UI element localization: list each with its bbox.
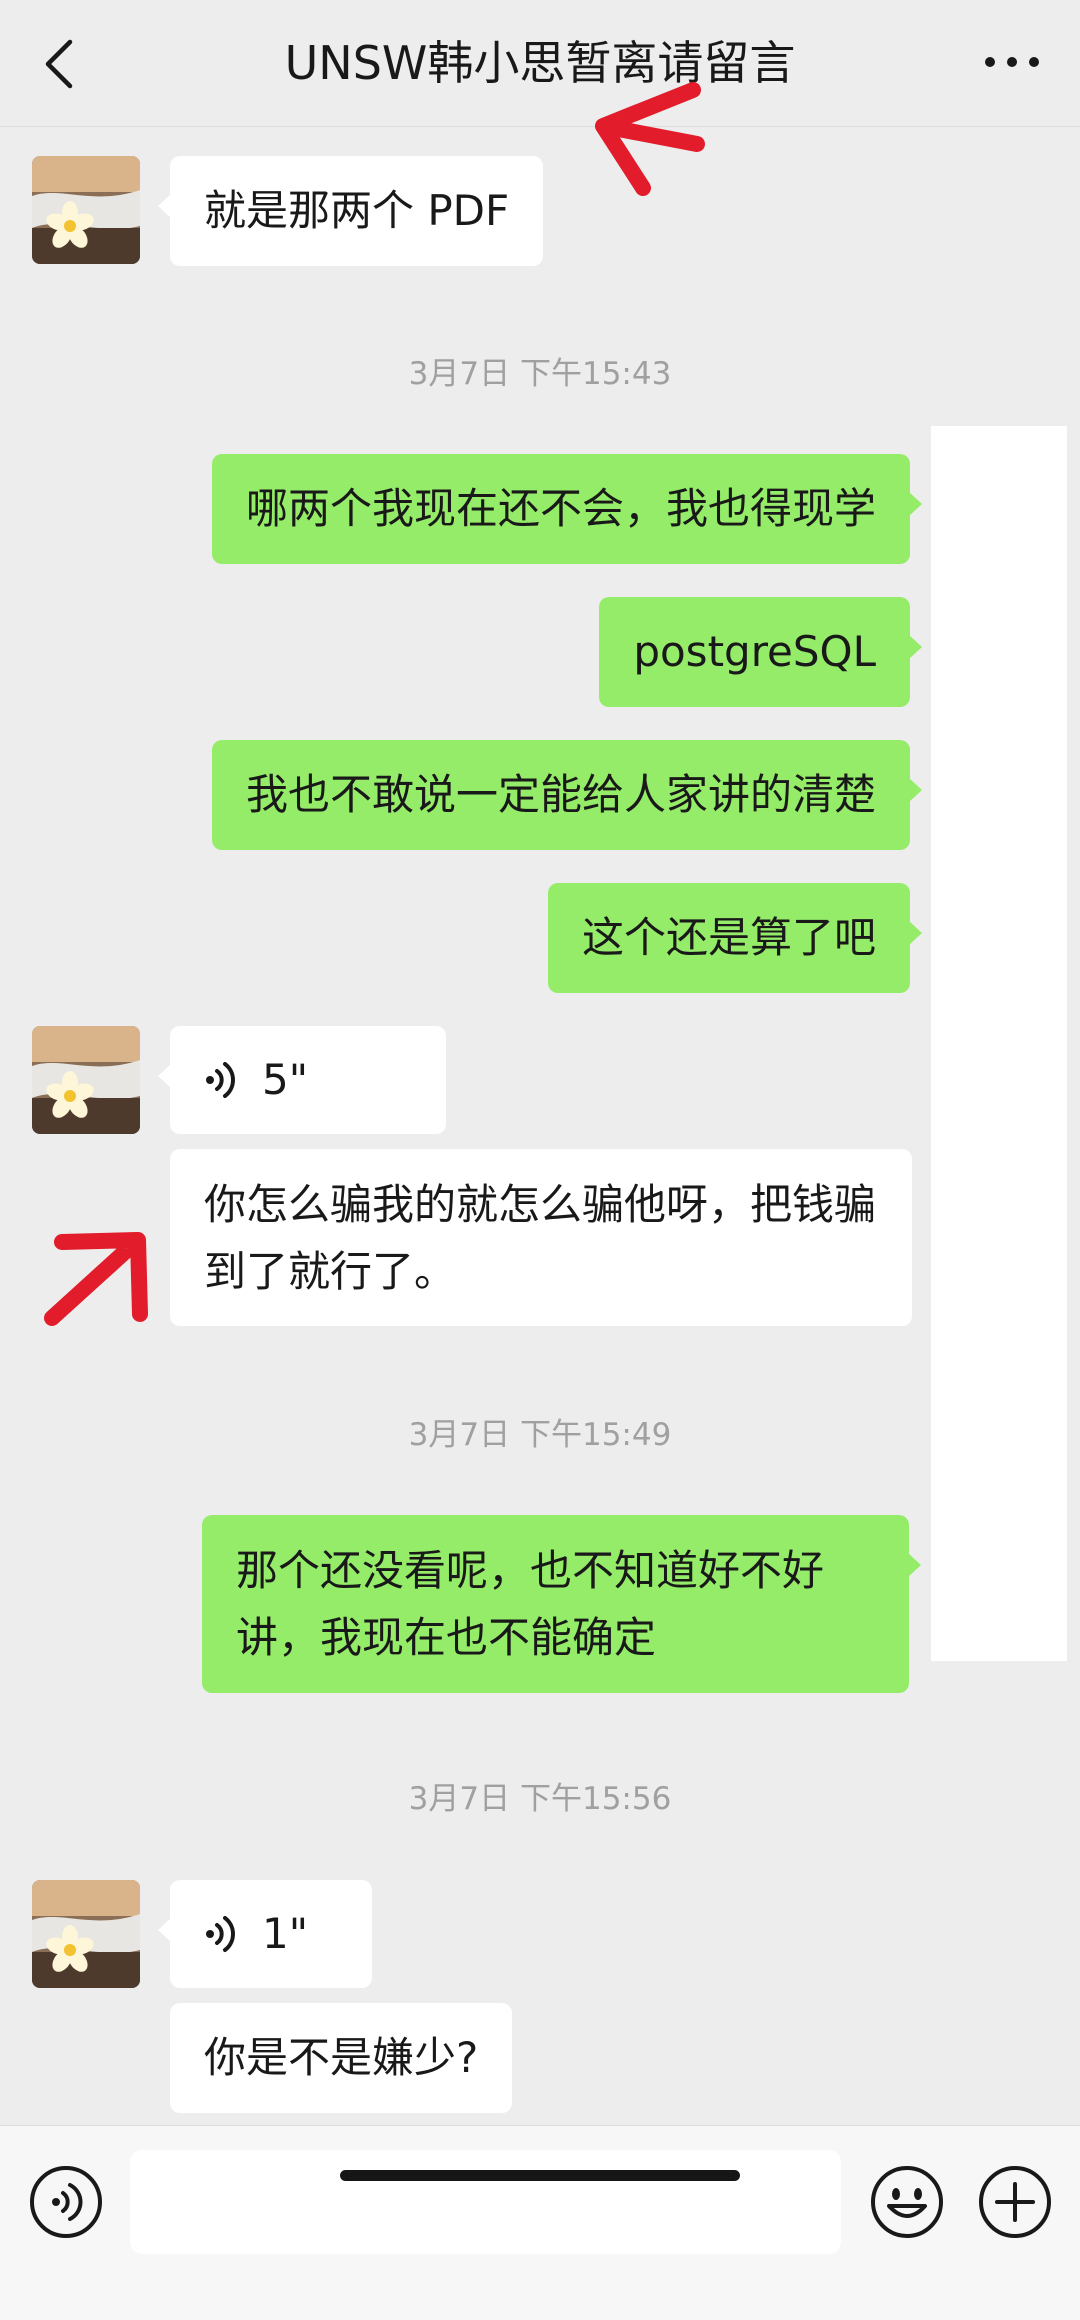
voice-wave-icon [206,1916,235,1952]
message-bubble-out[interactable]: 哪两个我现在还不会，我也得现学 [211,454,923,564]
message-bubble-out[interactable]: 这个还是算了吧 [547,883,923,993]
message-bubble[interactable]: 就是那两个 PDF [157,156,544,266]
message-text: 哪两个我现在还不会，我也得现学 [245,484,876,533]
voice-wave-icon [206,1062,235,1098]
message-text: 这个还是算了吧 [581,913,876,962]
more-dots-icon [985,57,1039,67]
chat-title: UNSW韩小思暂离请留言 [284,36,796,90]
message-text: 你是不是嫌少? [204,2033,479,2082]
voice-icon [30,2166,102,2238]
timestamp: 3月7日 下午15:49 [408,1417,672,1453]
message-text: postgreSQL [633,627,876,676]
message-bubble[interactable]: 你怎么骗我的就怎么骗他呀，把钱骗到了就行了。 [170,1149,912,1326]
emoji-icon [871,2166,943,2238]
timestamp: 3月7日 下午15:56 [408,1781,672,1817]
message-text: 你怎么骗我的就怎么骗他呀，把钱骗到了就行了。 [204,1180,877,1296]
message-input[interactable] [130,2150,841,2254]
plus-button[interactable] [977,2164,1053,2240]
voice-toggle-button[interactable] [28,2164,104,2240]
message-text: 就是那两个 PDF [204,186,510,235]
message-bubble-out[interactable]: 那个还没看呢，也不知道好不好讲，我现在也不能确定 [202,1515,921,1693]
message-text: 那个还没看呢，也不知道好不好讲，我现在也不能确定 [236,1546,825,1662]
avatar-image [32,156,140,264]
voice-duration: 1" [262,1909,309,1958]
voice-message[interactable]: 5" [158,1026,446,1134]
contact-avatar[interactable] [32,1880,140,1988]
input-bar [0,2125,1080,2320]
avatar-image [32,1026,140,1134]
emoji-button[interactable] [869,2164,945,2240]
message-bubble-out[interactable]: postgreSQL [599,597,922,707]
avatar-image [32,1880,140,1988]
home-indicator[interactable] [340,2170,740,2181]
contact-avatar[interactable] [32,156,140,264]
message-list[interactable]: 就是那两个 PDF 3月7日 下午15:43 哪两个我现在还不会，我也得现学 p… [0,126,1080,2125]
message-bubble-out[interactable]: 我也不敢说一定能给人家讲的清楚 [211,740,923,850]
timestamp: 3月7日 下午15:43 [408,356,672,392]
message-text: 我也不敢说一定能给人家讲的清楚 [245,770,876,819]
voice-message[interactable]: 1" [158,1880,372,1988]
contact-avatar[interactable] [32,1026,140,1134]
voice-duration: 5" [262,1055,309,1104]
more-button[interactable] [982,42,1042,82]
plus-icon [979,2166,1051,2238]
chat-header: UNSW韩小思暂离请留言 [0,0,1080,127]
message-bubble[interactable]: 你是不是嫌少? [170,2003,513,2113]
annotation-arrow [44,1232,148,1326]
